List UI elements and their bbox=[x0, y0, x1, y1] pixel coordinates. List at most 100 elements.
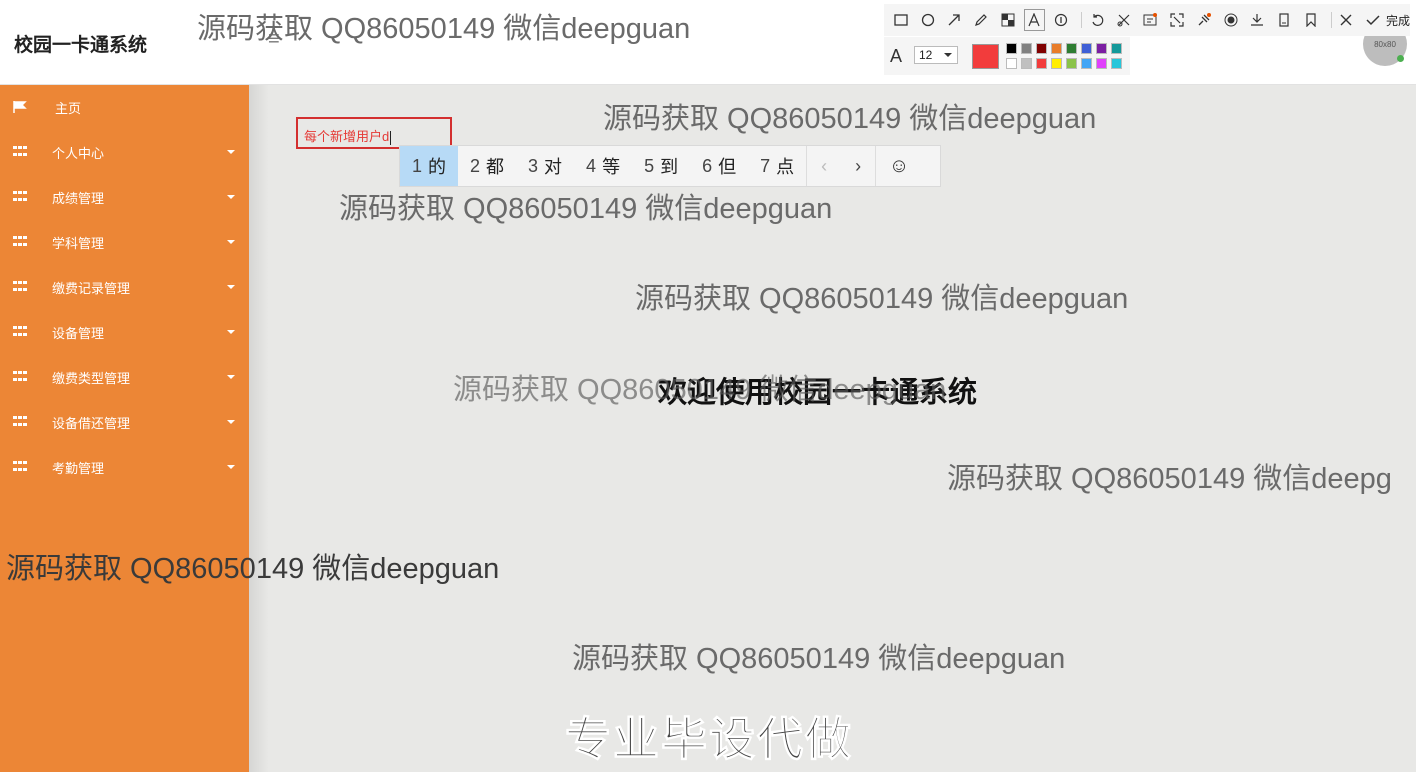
arrow-icon[interactable] bbox=[943, 9, 965, 31]
color-swatch[interactable] bbox=[1066, 43, 1077, 54]
candidate-text: 都 bbox=[486, 157, 505, 177]
ime-candidate[interactable]: 3对 bbox=[516, 146, 574, 186]
font-size-value: 12 bbox=[919, 48, 933, 62]
color-swatch[interactable] bbox=[1036, 58, 1047, 69]
prev-page-icon[interactable]: ‹ bbox=[807, 146, 841, 186]
rectangle-icon[interactable] bbox=[890, 9, 912, 31]
pencil-icon[interactable] bbox=[970, 9, 992, 31]
color-swatch[interactable] bbox=[1021, 58, 1032, 69]
emoji-icon[interactable]: ☺ bbox=[876, 146, 922, 186]
color-swatch[interactable] bbox=[1096, 43, 1107, 54]
annotation-text[interactable]: 每个新增用户d bbox=[304, 126, 392, 145]
color-swatch[interactable] bbox=[1021, 43, 1032, 54]
watermark: 源码获取 QQ86050149 微信deepguan bbox=[197, 13, 691, 45]
sidebar-item-devices[interactable]: 设备管理 bbox=[0, 310, 249, 355]
sidebar-item-label: 考勤管理 bbox=[52, 461, 105, 476]
sidebar-item-label: 设备借还管理 bbox=[52, 416, 131, 431]
caret-down-icon bbox=[227, 195, 235, 199]
chevron-down-icon bbox=[944, 53, 952, 57]
grid-icon bbox=[13, 146, 27, 158]
text-icon[interactable] bbox=[1023, 9, 1046, 31]
app-title: 校园一卡通系统 bbox=[14, 35, 148, 56]
divider bbox=[1081, 12, 1083, 28]
bookmark-icon[interactable] bbox=[1300, 9, 1322, 31]
caret-down-icon bbox=[227, 420, 235, 424]
ime-candidate[interactable]: 4等 bbox=[574, 146, 632, 186]
sidebar-item-label: 缴费记录管理 bbox=[52, 281, 131, 296]
candidate-number: 6 bbox=[702, 155, 713, 176]
sidebar-item-personal-center[interactable]: 个人中心 bbox=[0, 130, 249, 175]
ime-candidate[interactable]: 2都 bbox=[458, 146, 516, 186]
color-swatch[interactable] bbox=[1111, 58, 1122, 69]
sidebar-item-attendance[interactable]: 考勤管理 bbox=[0, 445, 249, 490]
color-swatch[interactable] bbox=[1006, 58, 1017, 69]
candidate-number: 4 bbox=[586, 155, 597, 176]
close-icon[interactable] bbox=[1336, 9, 1358, 31]
candidate-text: 但 bbox=[718, 157, 737, 177]
sidebar-item-label: 主页 bbox=[55, 101, 82, 116]
sidebar-item-home[interactable]: 主页 bbox=[0, 85, 249, 130]
current-color-swatch[interactable] bbox=[972, 44, 999, 69]
save-icon[interactable] bbox=[1273, 9, 1295, 31]
color-swatch[interactable] bbox=[1111, 43, 1122, 54]
font-icon: A bbox=[890, 46, 903, 66]
sidebar-item-payment-records[interactable]: 缴费记录管理 bbox=[0, 265, 249, 310]
sidebar-item-subjects[interactable]: 学科管理 bbox=[0, 220, 249, 265]
record-icon[interactable] bbox=[1220, 9, 1242, 31]
candidate-number: 2 bbox=[470, 155, 481, 176]
promo-text: 专业毕设代做 bbox=[565, 713, 853, 766]
sidebar: 主页 个人中心 成绩管理 学科管理 缴费记录管理 设备管理 缴费类型管理 设备借… bbox=[0, 85, 249, 772]
sidebar-shadow bbox=[249, 85, 269, 772]
watermark: 源码获取 QQ86050149 微信deepguan bbox=[635, 283, 1129, 315]
color-swatch[interactable] bbox=[1066, 58, 1077, 69]
sidebar-item-device-lending[interactable]: 设备借还管理 bbox=[0, 400, 249, 445]
watermark: 源码获取 QQ86050149 微信deepguan bbox=[339, 193, 833, 225]
ime-candidate[interactable]: 7点 bbox=[748, 146, 806, 186]
ellipse-icon[interactable] bbox=[917, 9, 939, 31]
caret-down-icon bbox=[227, 150, 235, 154]
expand-icon[interactable] bbox=[1166, 9, 1188, 31]
grid-icon bbox=[13, 191, 27, 203]
delete-icon[interactable] bbox=[1113, 9, 1135, 31]
flag-icon bbox=[13, 101, 27, 113]
ime-candidate[interactable]: 6但 bbox=[690, 146, 748, 186]
sidebar-item-label: 学科管理 bbox=[52, 236, 105, 251]
grid-icon bbox=[13, 236, 27, 248]
candidate-text: 点 bbox=[776, 157, 795, 177]
ime-candidate[interactable]: 5到 bbox=[632, 146, 690, 186]
candidate-text: 等 bbox=[602, 157, 621, 177]
undo-icon[interactable] bbox=[1086, 9, 1108, 31]
color-swatch[interactable] bbox=[1051, 43, 1062, 54]
candidate-text: 的 bbox=[428, 157, 447, 177]
watermark: 源码获取 QQ86050149 微信deepguan bbox=[603, 103, 1097, 135]
color-swatch[interactable] bbox=[1006, 43, 1017, 54]
color-swatch[interactable] bbox=[1036, 43, 1047, 54]
caret-down-icon bbox=[227, 240, 235, 244]
color-swatch[interactable] bbox=[1051, 58, 1062, 69]
divider bbox=[1330, 12, 1332, 28]
sidebar-item-grades[interactable]: 成绩管理 bbox=[0, 175, 249, 220]
sidebar-item-label: 个人中心 bbox=[52, 146, 105, 161]
ime-candidate[interactable]: 1的 bbox=[400, 146, 459, 186]
download-icon[interactable] bbox=[1246, 9, 1268, 31]
sidebar-item-payment-types[interactable]: 缴费类型管理 bbox=[0, 355, 249, 400]
candidate-number: 5 bbox=[644, 155, 655, 176]
next-page-icon[interactable]: › bbox=[841, 146, 875, 186]
mosaic-icon[interactable] bbox=[997, 9, 1019, 31]
number-icon[interactable] bbox=[1050, 9, 1072, 31]
color-swatch[interactable] bbox=[1081, 58, 1092, 69]
done-icon[interactable] bbox=[1362, 9, 1384, 31]
candidate-text: 对 bbox=[544, 157, 563, 177]
text-cursor bbox=[390, 130, 392, 145]
ocr-icon[interactable] bbox=[1139, 9, 1161, 31]
pin-icon[interactable] bbox=[1193, 9, 1215, 31]
caret-down-icon bbox=[227, 330, 235, 334]
grid-icon bbox=[13, 416, 27, 428]
done-button[interactable]: 完成 bbox=[1386, 12, 1410, 29]
watermark: 源码获取 QQ86050149 微信deepguan bbox=[572, 643, 1066, 675]
annotation-text-value: 每个新增用户d bbox=[304, 129, 390, 144]
grid-icon bbox=[13, 281, 27, 293]
color-swatch[interactable] bbox=[1081, 43, 1092, 54]
font-size-select[interactable]: 12 bbox=[914, 46, 958, 64]
color-swatch[interactable] bbox=[1096, 58, 1107, 69]
